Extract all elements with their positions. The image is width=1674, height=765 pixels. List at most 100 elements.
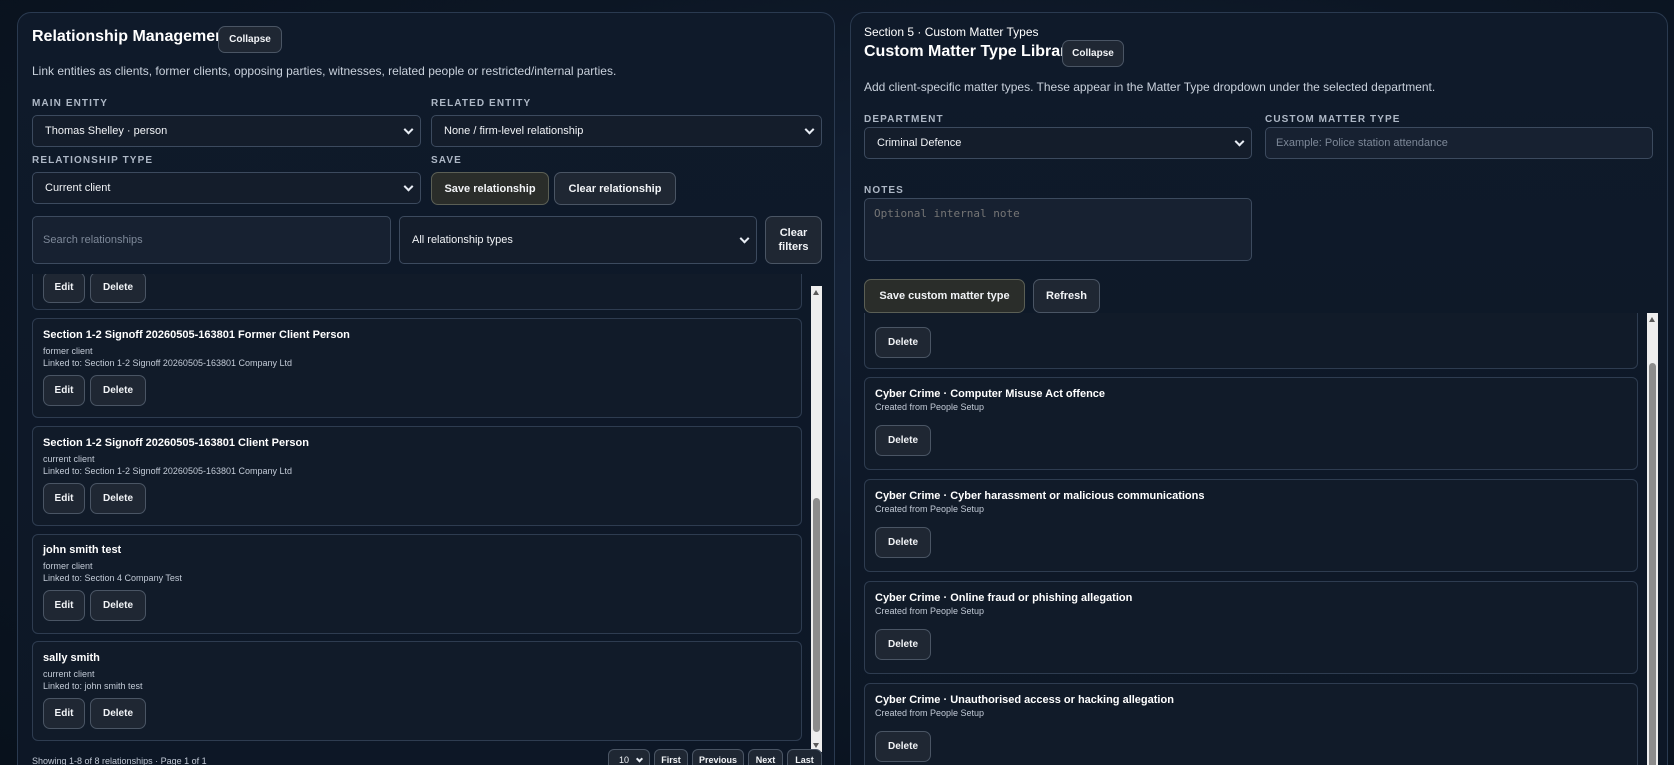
- main-entity-value: Thomas Shelley · person: [45, 125, 168, 137]
- relationship-type: current client: [43, 669, 95, 679]
- edit-button[interactable]: Edit: [43, 274, 85, 303]
- search-relationships-input[interactable]: Search relationships: [32, 216, 391, 264]
- save-custom-matter-type-button[interactable]: Save custom matter type: [864, 279, 1025, 313]
- chevron-down-icon: [635, 755, 644, 763]
- related-entity-label: RELATED ENTITY: [431, 98, 532, 109]
- chevron-down-icon: [1234, 136, 1245, 147]
- scroll-down-icon[interactable]: [813, 743, 819, 748]
- delete-button[interactable]: Delete: [875, 425, 931, 456]
- relationship-type-select[interactable]: Current client: [32, 172, 421, 204]
- scroll-up-icon[interactable]: [1649, 317, 1655, 322]
- notes-label: NOTES: [864, 185, 904, 196]
- relationship-type: former client: [43, 561, 93, 571]
- delete-button[interactable]: Delete: [875, 629, 931, 660]
- notes-textarea[interactable]: [864, 198, 1252, 261]
- delete-button[interactable]: Delete: [90, 274, 146, 303]
- matter-type-source: Created from People Setup: [875, 402, 985, 412]
- list-item: Cyber Crime · Computer Misuse Act offenc…: [864, 377, 1638, 470]
- edit-button[interactable]: Edit: [43, 590, 85, 621]
- previous-page-button[interactable]: Previous: [692, 749, 744, 765]
- list-item: Cyber Crime · Online fraud or phishing a…: [864, 581, 1638, 674]
- chevron-down-icon: [403, 181, 414, 192]
- relationship-linked: Linked to: Section 1-2 Signoff 20260505-…: [43, 466, 293, 476]
- matter-type-name: Cyber Crime · Computer Misuse Act offenc…: [875, 388, 1106, 400]
- collapse-button[interactable]: Collapse: [1062, 40, 1124, 67]
- relationship-name: sally smith: [43, 652, 100, 664]
- last-page-button[interactable]: Last: [787, 749, 822, 765]
- related-entity-value: None / firm-level relationship: [444, 125, 584, 137]
- delete-button[interactable]: Delete: [90, 483, 146, 514]
- relationship-type: current client: [43, 454, 95, 464]
- delete-button[interactable]: Delete: [90, 698, 146, 729]
- department-value: Criminal Defence: [877, 137, 962, 149]
- clear-filters-line1: Clear: [779, 227, 808, 239]
- list-item: Cyber Crime · Unauthorised access or hac…: [864, 683, 1638, 765]
- relationship-type-value: Current client: [45, 182, 111, 194]
- edit-button[interactable]: Edit: [43, 483, 85, 514]
- relationship-name: Section 1-2 Signoff 20260505-163801 Clie…: [43, 437, 309, 449]
- relationship-filter-value: All relationship types: [412, 234, 513, 246]
- relationship-linked: Linked to: Section 1-2 Signoff 20260505-…: [43, 358, 293, 368]
- custom-matter-type-label: CUSTOM MATTER TYPE: [1265, 114, 1401, 125]
- list-item: Cyber Crime · Cyber harassment or malici…: [864, 479, 1638, 572]
- relationship-management-panel: Relationship Management Collapse Link en…: [17, 12, 835, 765]
- relationship-type-label: RELATIONSHIP TYPE: [32, 155, 154, 166]
- clear-filters-line2: filters: [778, 241, 809, 253]
- panel-title: Custom Matter Type Library: [864, 43, 1076, 60]
- related-entity-select[interactable]: None / firm-level relationship: [431, 115, 822, 147]
- relationship-type-filter[interactable]: All relationship types: [399, 216, 757, 264]
- delete-button[interactable]: Delete: [875, 527, 931, 558]
- main-entity-label: MAIN ENTITY: [32, 98, 108, 109]
- delete-button[interactable]: Delete: [90, 590, 146, 621]
- delete-button[interactable]: Delete: [90, 375, 146, 406]
- relationship-linked: Linked to: john smith test: [43, 681, 143, 691]
- department-select[interactable]: Criminal Defence: [864, 127, 1252, 159]
- matter-type-list-scrollbar[interactable]: [1647, 313, 1658, 765]
- delete-button[interactable]: Delete: [875, 327, 931, 358]
- custom-matter-type-input[interactable]: Example: Police station attendance: [1265, 127, 1653, 159]
- department-label: DEPARTMENT: [864, 114, 944, 125]
- first-page-button[interactable]: First: [654, 749, 688, 765]
- section-label: Section 5 · Custom Matter Types: [864, 25, 1039, 39]
- refresh-button[interactable]: Refresh: [1033, 279, 1100, 313]
- clear-filters-button[interactable]: Clear filters: [765, 216, 822, 264]
- matter-type-source: Created from People Setup: [875, 504, 985, 514]
- chevron-down-icon: [403, 124, 414, 135]
- page-size-value: 10: [619, 755, 630, 765]
- custom-matter-types-panel: Section 5 · Custom Matter Types Custom M…: [850, 12, 1668, 765]
- list-item: Section 1-2 Signoff 20260505-163801 Form…: [32, 318, 802, 418]
- save-relationship-button[interactable]: Save relationship: [431, 172, 549, 205]
- list-item: john smith test former client Linked to:…: [32, 534, 802, 634]
- relationship-list: Edit Delete Section 1-2 Signoff 20260505…: [32, 274, 822, 752]
- matter-type-name: Cyber Crime · Unauthorised access or hac…: [875, 694, 1174, 706]
- matter-type-name: Cyber Crime · Cyber harassment or malici…: [875, 490, 1205, 502]
- scroll-up-icon[interactable]: [813, 290, 819, 295]
- chevron-down-icon: [739, 233, 750, 244]
- page-size-select[interactable]: 10: [608, 749, 650, 765]
- list-item: Section 1-2 Signoff 20260505-163801 Clie…: [32, 426, 802, 526]
- delete-button[interactable]: Delete: [875, 731, 931, 762]
- save-label: SAVE: [431, 155, 462, 166]
- edit-button[interactable]: Edit: [43, 375, 85, 406]
- panel-description: Add client-specific matter types. These …: [864, 80, 1436, 94]
- collapse-button[interactable]: Collapse: [218, 26, 282, 53]
- edit-button[interactable]: Edit: [43, 698, 85, 729]
- panel-title: Relationship Management: [32, 28, 231, 45]
- matter-type-source: Created from People Setup: [875, 708, 985, 718]
- scrollbar-thumb[interactable]: [813, 498, 820, 732]
- list-item: Delete: [864, 313, 1638, 369]
- matter-type-source: Created from People Setup: [875, 606, 985, 616]
- relationship-name: Section 1-2 Signoff 20260505-163801 Form…: [43, 329, 350, 341]
- relationship-list-scrollbar[interactable]: [811, 286, 822, 752]
- matter-type-name: Cyber Crime · Online fraud or phishing a…: [875, 592, 1133, 604]
- next-page-button[interactable]: Next: [748, 749, 783, 765]
- clear-relationship-button[interactable]: Clear relationship: [554, 172, 676, 205]
- chevron-down-icon: [804, 124, 815, 135]
- main-entity-select[interactable]: Thomas Shelley · person: [32, 115, 421, 147]
- list-item: sally smith current client Linked to: jo…: [32, 641, 802, 741]
- relationship-type: former client: [43, 346, 93, 356]
- pagination-summary: Showing 1-8 of 8 relationships · Page 1 …: [32, 756, 207, 765]
- list-item: Edit Delete: [32, 274, 802, 310]
- panel-description: Link entities as clients, former clients…: [32, 64, 617, 78]
- scrollbar-thumb[interactable]: [1649, 363, 1656, 765]
